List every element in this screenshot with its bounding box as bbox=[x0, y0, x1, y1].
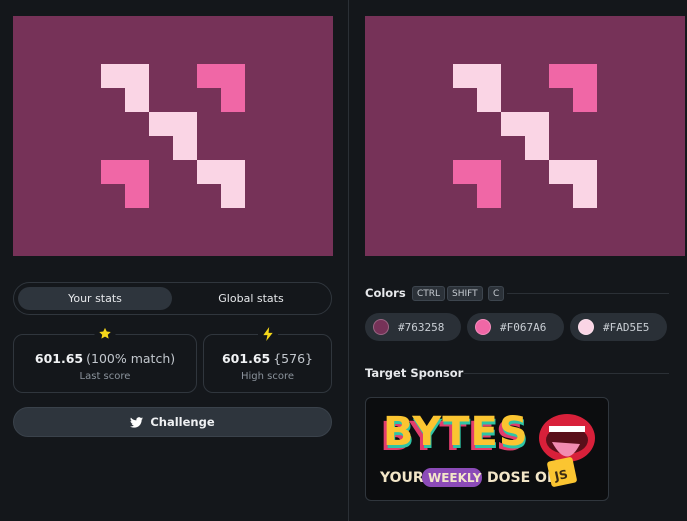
color-swatch-dot bbox=[578, 319, 594, 335]
colors-divider bbox=[507, 293, 669, 294]
pattern-block bbox=[221, 88, 245, 112]
last-score-label: Last score bbox=[79, 371, 131, 382]
bytes-logo: BYTES BYTES BYTES YOUR WEEKLY DOSE OF JS bbox=[379, 409, 595, 487]
color-swatch-dot bbox=[373, 319, 389, 335]
high-score-rank: {576} bbox=[273, 351, 313, 366]
kbd-c: C bbox=[488, 286, 505, 301]
pattern-block bbox=[221, 184, 245, 208]
pattern-block bbox=[197, 160, 245, 184]
color-chip-2[interactable]: #F067A6 bbox=[467, 313, 564, 341]
user-output-canvas[interactable] bbox=[13, 16, 333, 256]
tab-your-stats[interactable]: Your stats bbox=[18, 287, 172, 310]
high-score-label: High score bbox=[240, 371, 295, 382]
challenge-label: Challenge bbox=[150, 415, 215, 429]
pattern-block bbox=[549, 160, 597, 184]
high-score-value: 601.65 bbox=[221, 351, 271, 366]
pattern-block bbox=[125, 88, 149, 112]
pattern-block bbox=[101, 160, 149, 184]
sponsor-banner[interactable]: BYTES BYTES BYTES YOUR WEEKLY DOSE OF JS bbox=[365, 397, 609, 501]
right-panel: Colors CTRL SHIFT C #763258 #F067A6 #FAD… bbox=[349, 0, 687, 521]
pattern-block bbox=[477, 184, 501, 208]
last-score-card: 601.65 (100% match) Last score bbox=[13, 327, 197, 393]
left-panel: Your stats Global stats 601.65 (100% matc… bbox=[0, 0, 348, 521]
color-hex: #763258 bbox=[398, 320, 445, 334]
pattern-block bbox=[573, 184, 597, 208]
pattern-block bbox=[125, 184, 149, 208]
tab-global-stats[interactable]: Global stats bbox=[174, 287, 328, 310]
js-badge-text: JS bbox=[552, 467, 569, 484]
challenge-button[interactable]: Challenge bbox=[13, 407, 332, 437]
pattern-block bbox=[525, 136, 549, 160]
color-chip-3[interactable]: #FAD5E5 bbox=[570, 313, 667, 341]
kbd-shift: SHIFT bbox=[447, 286, 483, 301]
pattern-block bbox=[101, 64, 149, 88]
pattern-block bbox=[173, 136, 197, 160]
pattern-block bbox=[453, 160, 501, 184]
target-image bbox=[365, 16, 685, 256]
star-icon bbox=[94, 327, 116, 340]
stats-tabs: Your stats Global stats bbox=[13, 282, 332, 315]
pattern-block bbox=[197, 64, 245, 88]
bytes-logo-text: BYTES bbox=[383, 409, 529, 455]
sponsor-divider bbox=[464, 373, 669, 374]
tagline-weekly: WEEKLY bbox=[428, 471, 482, 485]
color-chip-1[interactable]: #763258 bbox=[365, 313, 461, 341]
color-hex: #FAD5E5 bbox=[603, 320, 650, 334]
last-score-value: 601.65 bbox=[34, 351, 84, 366]
color-swatch-dot bbox=[475, 319, 491, 335]
colors-title: Colors bbox=[365, 286, 406, 300]
pattern-block bbox=[549, 64, 597, 88]
pattern-block bbox=[501, 112, 549, 136]
pattern-block bbox=[477, 88, 501, 112]
tagline-dose: DOSE OF bbox=[487, 470, 557, 486]
high-score-card: 601.65 {576} High score bbox=[203, 327, 332, 393]
last-score-match: (100% match) bbox=[86, 351, 176, 366]
pattern-block bbox=[453, 64, 501, 88]
kbd-ctrl: CTRL bbox=[412, 286, 446, 301]
pattern-block bbox=[149, 112, 197, 136]
lightning-icon bbox=[257, 327, 278, 341]
twitter-icon bbox=[130, 416, 144, 428]
tagline-your: YOUR bbox=[379, 470, 424, 486]
sponsor-title: Target Sponsor bbox=[365, 366, 464, 380]
pattern-block bbox=[573, 88, 597, 112]
color-hex: #F067A6 bbox=[500, 320, 547, 334]
